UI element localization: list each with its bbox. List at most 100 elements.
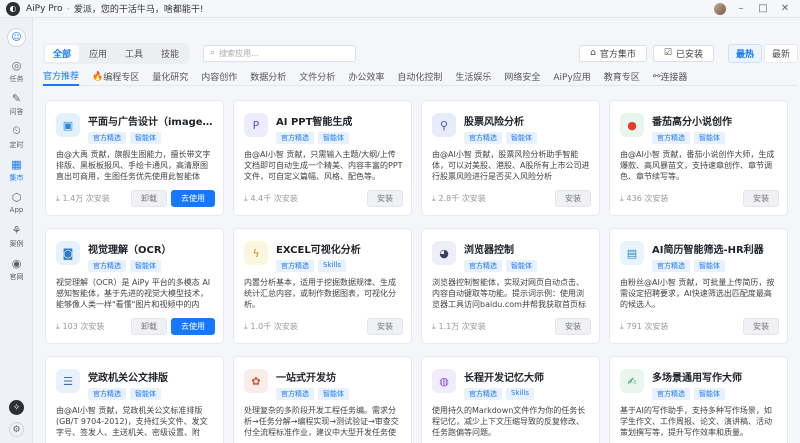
tab-education[interactable]: 教育专区: [604, 68, 640, 86]
task-icon: ◎: [11, 58, 22, 72]
card-title: 平面与广告设计（image2）: [88, 117, 217, 128]
tab-file[interactable]: 文件分析: [299, 68, 335, 86]
market-icon: ▦: [11, 157, 22, 171]
app-card[interactable]: ● 番茄高分小说创作 官方精选 智能体 由@AI小智 贡献，番茄小说创作大师，生成…: [609, 100, 788, 216]
app-card[interactable]: ✍ 多场景通用写作大师 官方精选 智能体 基于AI的写作助手，支持多种写作场景，如…: [609, 356, 788, 443]
app-icon: ◙: [56, 241, 80, 265]
card-description: 使用持久的Markdown文件作为你的任务长程记忆，减少上下文压缩导致的反复修改…: [432, 406, 586, 437]
install-button[interactable]: 安装: [555, 190, 591, 207]
app-card[interactable]: ◍ 长程开发记忆大师 官方精选 Skills 使用持久的Markdown文件作为你…: [421, 356, 600, 443]
official-store-button[interactable]: ⌂ 官方集市: [579, 44, 647, 62]
app-card[interactable]: ▣ 平面与广告设计（image2） 官方精选 智能体 由@大禹 贡献，旗舰生图能力…: [45, 100, 224, 216]
sort-new-button[interactable]: 最新: [763, 43, 798, 63]
store-icon: ⌂: [590, 48, 596, 58]
filter-all[interactable]: 全部: [45, 44, 80, 62]
install-button[interactable]: 安装: [555, 318, 591, 335]
app-logo-icon: ◐: [6, 1, 20, 16]
filter-apps[interactable]: 应用: [81, 45, 115, 62]
search-input[interactable]: [219, 48, 340, 58]
sidebar-item-label: 官网: [9, 273, 24, 281]
download-icon: ⤓: [620, 321, 624, 331]
sidebar-item-label: App: [9, 206, 24, 214]
app-icon: P: [244, 113, 268, 137]
tab-coding[interactable]: 🔥 编程专区: [92, 68, 139, 86]
filter-tools[interactable]: 工具: [117, 45, 151, 62]
install-button[interactable]: 安装: [743, 190, 779, 207]
sidebar-item-label: 任务: [9, 75, 24, 83]
app-card[interactable]: ϟ EXCEL可视化分析 官方精选 Skills 内置分析基本，适用于挖掘数据规律…: [233, 228, 412, 344]
app-card[interactable]: ⚲ 股票风险分析 官方精选 智能体 由@AI小智 贡献，股票风险分析助手智能体，可…: [421, 100, 600, 216]
tab-official[interactable]: 官方推荐: [43, 68, 80, 86]
uninstall-button[interactable]: 卸载: [131, 318, 167, 335]
maximize-icon[interactable]: □: [756, 3, 770, 14]
tab-automation[interactable]: 自动化控制: [397, 68, 442, 86]
main-content: 全部 应用 工具 技能 ⌕ ⌂ 官方集市 ☑ 已安装 最热 最新 官方推荐 �: [33, 18, 800, 443]
card-tag: 智能体: [506, 260, 537, 272]
install-count-label: 1.0千 次安装: [250, 322, 298, 331]
app-icon: ▣: [56, 113, 80, 137]
install-button[interactable]: 安装: [743, 318, 779, 335]
title-separator: -: [66, 3, 70, 14]
settings-icon[interactable]: ⚙: [9, 422, 24, 437]
app-card[interactable]: P AI PPT智能生成 官方精选 智能体 由@AI小智 贡献，只需输入主题/大纲…: [233, 100, 412, 216]
card-tag: 智能体: [694, 132, 725, 144]
tab-quant[interactable]: 量化研究: [152, 68, 188, 86]
uninstall-button[interactable]: 卸载: [131, 190, 167, 207]
install-count: ⤓ 1.4万 次安装: [56, 193, 110, 204]
chat-icon: ✎: [11, 91, 22, 105]
install-count-label: 4.4千 次安装: [250, 194, 298, 203]
app-card[interactable]: ☰ 党政机关公文排版 官方精选 智能体 由@AI小智 贡献，党政机关公文标准排版(…: [45, 356, 224, 443]
tab-office[interactable]: 办公效率: [348, 68, 384, 86]
install-button[interactable]: 安装: [367, 190, 403, 207]
card-tag: 官方精选: [464, 132, 502, 144]
app-card[interactable]: ◙ 视觉理解（OCR） 官方精选 智能体 视觉理解（OCR）是 AiPy 平台的多…: [45, 228, 224, 344]
install-count: ⤓ 791 次安装: [620, 321, 668, 332]
card-description: 基于AI的写作助手，支持多种写作场景，如学生作文、工作周报、论文、演讲稿、活动策…: [620, 406, 772, 437]
app-card[interactable]: ◕ 浏览器控制 官方精选 智能体 浏览器控制智能体，实现对网页自动点击、内容自动键…: [421, 228, 600, 344]
sidebar: ☺ ◎ 任务 ✎ 问答 ⏲ 定时 ▦ 集市 ⬡ App ⚘ 案例 ◉ 官网 ✧ …: [0, 18, 33, 443]
tab-aipy-apps[interactable]: AiPy应用: [553, 68, 590, 86]
use-button[interactable]: 去使用: [171, 318, 215, 335]
search-box[interactable]: ⌕: [203, 44, 357, 62]
card-tag: 官方精选: [652, 260, 690, 272]
install-count-label: 436 次安装: [626, 194, 669, 203]
sidebar-item-schedule[interactable]: ⏲ 定时: [0, 124, 33, 150]
profile-icon[interactable]: ☺: [7, 28, 26, 47]
tab-data[interactable]: 数据分析: [250, 68, 286, 86]
filter-skills[interactable]: 技能: [153, 45, 187, 62]
card-description: 由@AI小智 贡献，只需输入主题/大纲/上传文档即可自动生成一个精美、内容丰富的…: [244, 150, 403, 181]
card-title: 番茄高分小说创作: [652, 117, 732, 128]
card-title: 股票风险分析: [464, 117, 524, 128]
theme-icon[interactable]: ✧: [9, 400, 24, 415]
sort-hot-button[interactable]: 最热: [727, 43, 762, 63]
card-title: 长程开发记忆大师: [464, 373, 544, 384]
tab-life[interactable]: 生活娱乐: [455, 68, 491, 86]
installed-button[interactable]: ☑ 已安装: [652, 44, 714, 62]
tab-security[interactable]: 网络安全: [504, 68, 540, 86]
sidebar-item-app[interactable]: ⬡ App: [0, 190, 33, 215]
download-icon: ⤓: [620, 193, 624, 203]
user-avatar[interactable]: [714, 2, 726, 15]
sidebar-item-market[interactable]: ▦ 集市: [0, 157, 33, 183]
sidebar-item-cases[interactable]: ⚘ 案例: [0, 223, 33, 249]
tab-content[interactable]: 内容创作: [201, 68, 237, 86]
card-tag: 智能体: [130, 260, 161, 272]
app-card[interactable]: ▤ AI简历智能筛选-HR利器 官方精选 智能体 由粉丝@AI小智 贡献，可批量上…: [609, 228, 788, 344]
sidebar-item-label: 集市: [9, 174, 24, 182]
sidebar-item-tasks[interactable]: ◎ 任务: [0, 58, 33, 84]
card-tag: 智能体: [318, 132, 349, 144]
sidebar-item-website[interactable]: ◉ 官网: [0, 256, 33, 282]
download-icon: ⤓: [244, 321, 248, 331]
sidebar-item-qa[interactable]: ✎ 问答: [0, 91, 33, 117]
card-tag: 官方精选: [88, 388, 126, 400]
app-card[interactable]: ✿ 一站式开发坊 官方精选 智能体 处理复杂的多阶段开发工程任务编。需求分析→任务…: [233, 356, 412, 443]
install-count: ⤓ 103 次安装: [56, 321, 104, 332]
app-icon: ◕: [432, 241, 456, 265]
install-button[interactable]: 安装: [367, 318, 403, 335]
close-icon[interactable]: ✕: [778, 3, 792, 14]
card-description: 由粉丝@AI小智 贡献，可批量上传简历，按需设定招聘要求，AI快速筛选出匹配度最…: [620, 278, 775, 309]
card-tag: 官方精选: [652, 132, 690, 144]
minimize-icon[interactable]: –: [734, 3, 748, 14]
tab-connectors[interactable]: ⚯ 连接器: [653, 68, 688, 86]
use-button[interactable]: 去使用: [171, 190, 215, 207]
